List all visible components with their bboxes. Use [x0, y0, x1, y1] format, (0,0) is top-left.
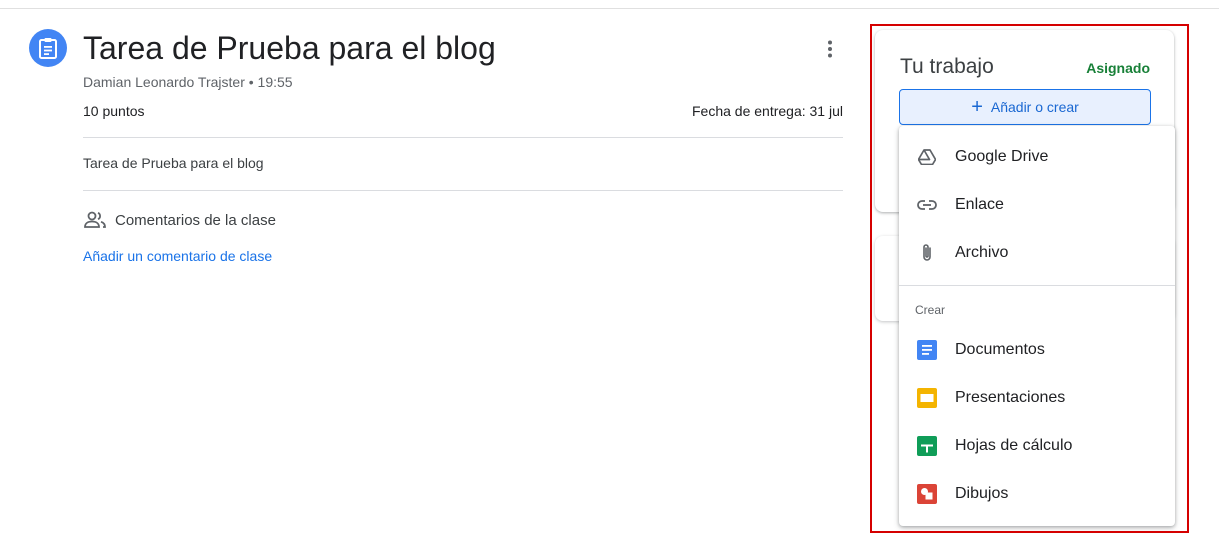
people-icon: [83, 210, 107, 230]
top-divider: [0, 8, 1219, 9]
add-class-comment-link[interactable]: Añadir un comentario de clase: [83, 248, 272, 264]
assignment-title: Tarea de Prueba para el blog: [83, 30, 496, 66]
assignment-icon: [29, 29, 67, 67]
divider: [83, 137, 843, 138]
assignment-meta: Damian Leonardo Trajster • 19:55: [83, 74, 293, 90]
class-comments-label: Comentarios de la clase: [115, 212, 276, 229]
assignment-due-date: Fecha de entrega: 31 jul: [692, 103, 843, 119]
divider: [83, 190, 843, 191]
highlight-box: [870, 24, 1189, 533]
assignment-points: 10 puntos: [83, 103, 145, 119]
more-options-button[interactable]: [816, 34, 844, 64]
assignment-description: Tarea de Prueba para el blog: [83, 155, 264, 171]
more-vert-icon: [828, 40, 832, 58]
